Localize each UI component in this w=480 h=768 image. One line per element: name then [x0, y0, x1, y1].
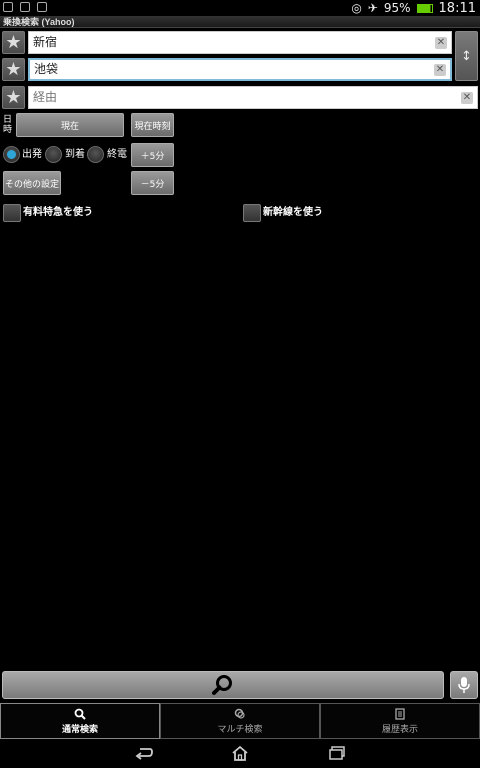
- now-date-label: 現在: [60, 121, 79, 132]
- paid-express-label: 有料特急を使う: [23, 207, 93, 218]
- star-icon: ★: [5, 58, 22, 80]
- alarm-icon: ◎: [351, 1, 362, 15]
- paid-express-checkbox[interactable]: [3, 204, 21, 222]
- tab-multi-search[interactable]: マルチ検索: [160, 703, 320, 739]
- voice-input-button[interactable]: [450, 671, 478, 699]
- battery-icon: [416, 3, 433, 13]
- radio-last-train[interactable]: [87, 146, 104, 163]
- radio-departure[interactable]: [3, 146, 20, 163]
- radio-departure-label: 出発: [22, 149, 42, 160]
- tab-multi-search-label: マルチ検索: [217, 724, 263, 735]
- from-station-field[interactable]: 新宿 ✕: [28, 31, 452, 54]
- recent-apps-icon: [329, 746, 345, 760]
- swap-icon: ↕: [461, 48, 472, 64]
- back-icon: [135, 748, 153, 760]
- via-placeholder: 経由: [33, 90, 58, 104]
- shinkansen-label: 新幹線を使う: [263, 207, 323, 218]
- minus-5-minutes-button[interactable]: －5分: [131, 171, 174, 195]
- clear-icon[interactable]: ✕: [434, 64, 446, 76]
- minus-5-label: －5分: [140, 179, 165, 190]
- clear-icon[interactable]: ✕: [435, 37, 447, 49]
- system-status: ◎ ✈ 95% 18:11: [351, 0, 476, 16]
- search-button[interactable]: [2, 671, 444, 699]
- battery-percent: 95%: [383, 1, 411, 15]
- status-bar: ◎ ✈ 95% 18:11: [0, 0, 480, 16]
- now-date-button[interactable]: 現在: [16, 113, 124, 137]
- other-settings-button[interactable]: その他の設定: [3, 171, 61, 195]
- tab-normal-search-label: 通常検索: [61, 724, 98, 735]
- to-station-value: 池袋: [34, 62, 59, 76]
- notification-icons: [3, 2, 47, 12]
- now-time-label: 現在時刻: [134, 121, 171, 132]
- notification-icon: [37, 2, 47, 12]
- radio-arrival[interactable]: [45, 146, 62, 163]
- tab-normal-search[interactable]: 通常検索: [0, 703, 160, 739]
- star-icon: ★: [5, 86, 22, 108]
- radio-last-train-label: 終電: [107, 149, 127, 160]
- clear-icon[interactable]: ✕: [461, 92, 473, 104]
- from-favorite-star-button[interactable]: ★: [2, 31, 25, 54]
- search-icon: [74, 708, 86, 720]
- other-settings-label: その他の設定: [4, 179, 59, 190]
- shinkansen-checkbox[interactable]: [243, 204, 261, 222]
- now-time-button[interactable]: 現在時刻: [131, 113, 174, 137]
- microphone-icon: [458, 677, 470, 693]
- home-icon: [232, 745, 248, 761]
- multi-search-icon: [234, 708, 245, 719]
- recent-apps-button[interactable]: [327, 744, 347, 762]
- notification-icon: [3, 2, 13, 12]
- tab-history-label: 履歴表示: [381, 724, 418, 735]
- app-title: 乗換検索 (Yahoo): [3, 17, 75, 27]
- bottom-tab-bar: 通常検索 マルチ検索 履歴表示: [0, 703, 480, 739]
- from-station-value: 新宿: [33, 35, 58, 49]
- via-station-field[interactable]: 経由 ✕: [28, 86, 478, 109]
- plus-5-minutes-button[interactable]: ＋5分: [131, 143, 174, 167]
- system-navigation-bar: [0, 739, 480, 768]
- notification-icon: [20, 2, 30, 12]
- radio-arrival-label: 到着: [65, 149, 85, 160]
- back-button[interactable]: [134, 744, 154, 762]
- to-favorite-star-button[interactable]: ★: [2, 58, 25, 81]
- star-icon: ★: [5, 31, 22, 53]
- home-button[interactable]: [230, 744, 250, 762]
- clock: 18:11: [438, 0, 476, 16]
- plus-5-label: ＋5分: [140, 151, 165, 162]
- search-icon: [212, 675, 232, 695]
- history-icon: [395, 707, 405, 720]
- to-station-field[interactable]: 池袋 ✕: [28, 58, 452, 81]
- tab-history[interactable]: 履歴表示: [320, 703, 480, 739]
- airplane-icon: ✈: [367, 1, 378, 15]
- via-favorite-star-button[interactable]: ★: [2, 86, 25, 109]
- app-title-bar: 乗換検索 (Yahoo): [0, 16, 480, 28]
- swap-stations-button[interactable]: ↕: [455, 31, 478, 81]
- datetime-label: 日時: [3, 115, 13, 135]
